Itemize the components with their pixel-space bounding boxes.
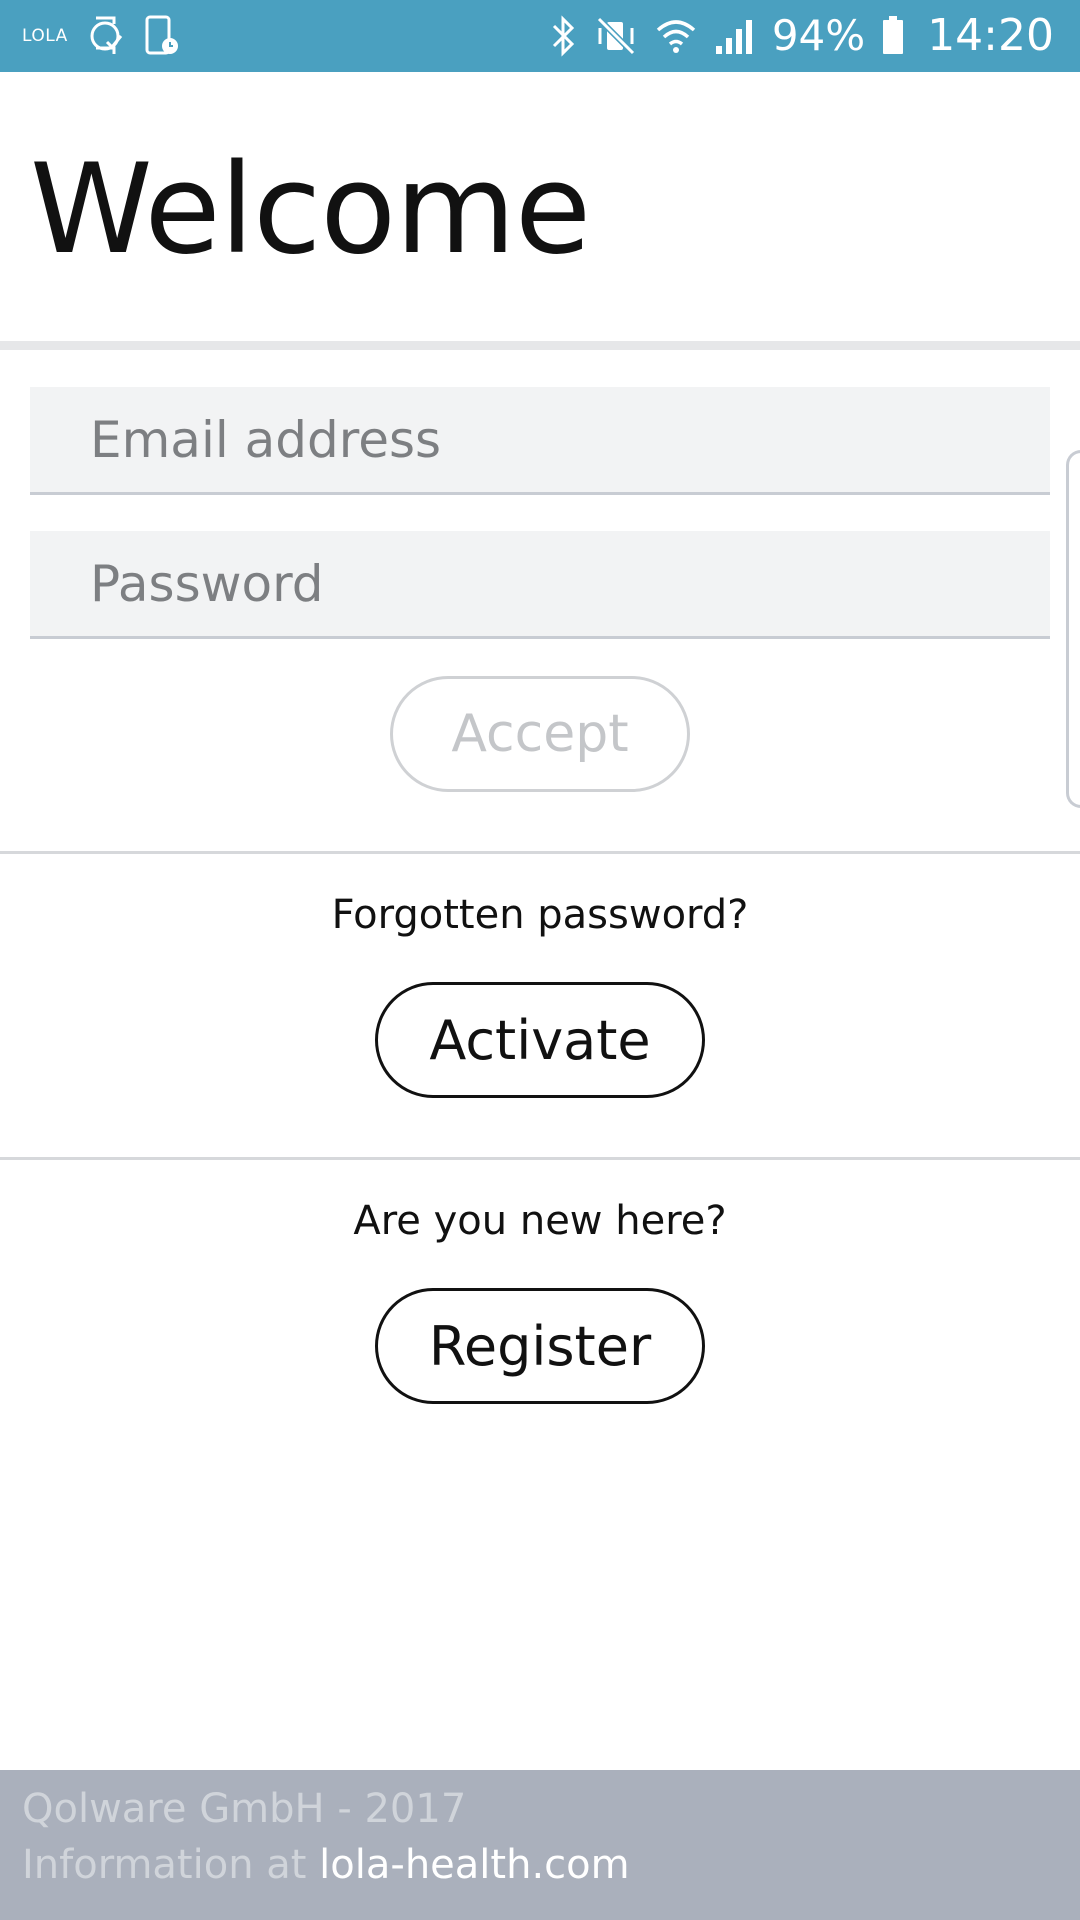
battery-percentage: 94% <box>771 11 866 60</box>
register-button[interactable]: Register <box>375 1288 705 1404</box>
section-divider <box>0 851 1080 854</box>
clock: 14:20 <box>927 10 1054 61</box>
footer: Qolware GmbH - 2017 Information at lola-… <box>0 1770 1080 1920</box>
email-field[interactable] <box>30 387 1050 495</box>
footer-copyright: Qolware GmbH - 2017 <box>22 1786 467 1832</box>
status-bar: LOLA 94% 14:20 <box>0 0 1080 72</box>
footer-info-prefix: Information at <box>22 1842 320 1888</box>
footer-website-link[interactable]: lola-health.com <box>319 1842 629 1888</box>
side-panel-handle[interactable] <box>1066 450 1080 808</box>
wifi-icon <box>656 20 695 53</box>
section-divider <box>0 1157 1080 1160</box>
accept-button[interactable]: Accept <box>390 676 690 792</box>
title-divider <box>0 341 1080 350</box>
status-bar-system: 94% 14:20 <box>550 0 1054 72</box>
mute-vibrate-icon <box>596 16 635 56</box>
password-field[interactable] <box>30 531 1050 639</box>
activate-button[interactable]: Activate <box>375 982 705 1098</box>
login-screen: LOLA 94% 14:20 Welcome Email address Acc… <box>0 0 1080 1920</box>
lola-notification-icon: LOLA <box>22 26 68 46</box>
watch-check-icon <box>90 16 122 54</box>
phone-clock-icon <box>145 15 178 55</box>
bluetooth-icon <box>552 15 574 57</box>
status-bar-notifications: LOLA <box>22 0 180 72</box>
battery-icon <box>883 16 904 54</box>
forgotten-password-prompt: Forgotten password? <box>331 892 749 938</box>
page-title: Welcome <box>30 138 591 282</box>
footer-info: Information at lola-health.com <box>22 1842 630 1888</box>
new-user-prompt: Are you new here? <box>353 1198 727 1244</box>
signal-icon <box>715 20 752 54</box>
